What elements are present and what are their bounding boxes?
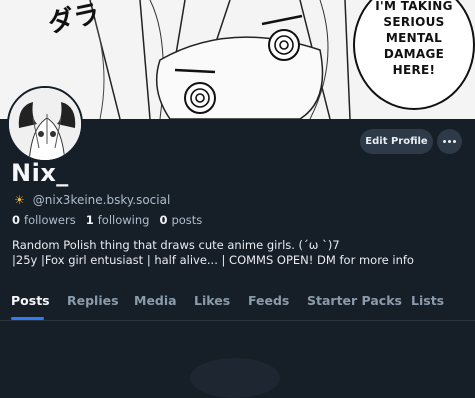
tab-starter-packs[interactable]: Starter Packs [307,293,402,308]
dot [448,140,451,143]
posts-label: posts [171,213,203,227]
profile-bio: Random Polish thing that draws cute anim… [12,238,472,268]
dot [442,140,446,143]
speech-line: I'M TAKING [375,0,453,13]
speech-line: HERE! [392,63,436,77]
speech-line: SERIOUS [383,15,445,29]
followers-label: followers [24,213,76,227]
tab-media[interactable]: Media [134,293,177,308]
speech-line: DAMAGE [383,47,445,61]
loading-placeholder [190,358,280,398]
bio-line: Random Polish thing that draws cute anim… [12,238,340,252]
more-options-button[interactable] [437,129,462,154]
tab-lists[interactable]: Lists [411,293,444,308]
dot [453,140,457,143]
handle: @nix3keine.bsky.social [32,193,171,207]
speech-bubble-text: I'M TAKING SERIOUS MENTAL DAMAGE HERE! [358,0,470,78]
edit-profile-button[interactable]: Edit Profile [360,129,433,154]
speech-line: MENTAL [385,31,443,45]
followers-count: 0 [12,213,21,227]
profile-stats: 0 followers 1 following 0 posts [12,213,212,227]
tab-replies[interactable]: Replies [67,293,119,308]
following-label: following [97,213,150,227]
sun-icon: ☀ [14,193,25,207]
tab-posts[interactable]: Posts [11,293,50,308]
bio-line: |25y |Fox girl entusiast | half alive...… [12,253,414,267]
posts-stat: 0 posts [159,213,202,227]
tab-feeds[interactable]: Feeds [248,293,289,308]
following-link[interactable]: 1 following [86,213,150,227]
avatar[interactable] [7,86,83,162]
display-name: Nix_ [11,159,69,187]
handle-row: ☀ @nix3keine.bsky.social [14,193,170,207]
posts-count: 0 [159,213,168,227]
profile-tabs: Posts Replies Media Likes Feeds Starter … [0,286,475,321]
active-tab-indicator [11,317,44,320]
avatar-art [9,88,81,160]
following-count: 1 [85,213,94,227]
tab-likes[interactable]: Likes [194,293,230,308]
followers-link[interactable]: 0 followers [12,213,76,227]
